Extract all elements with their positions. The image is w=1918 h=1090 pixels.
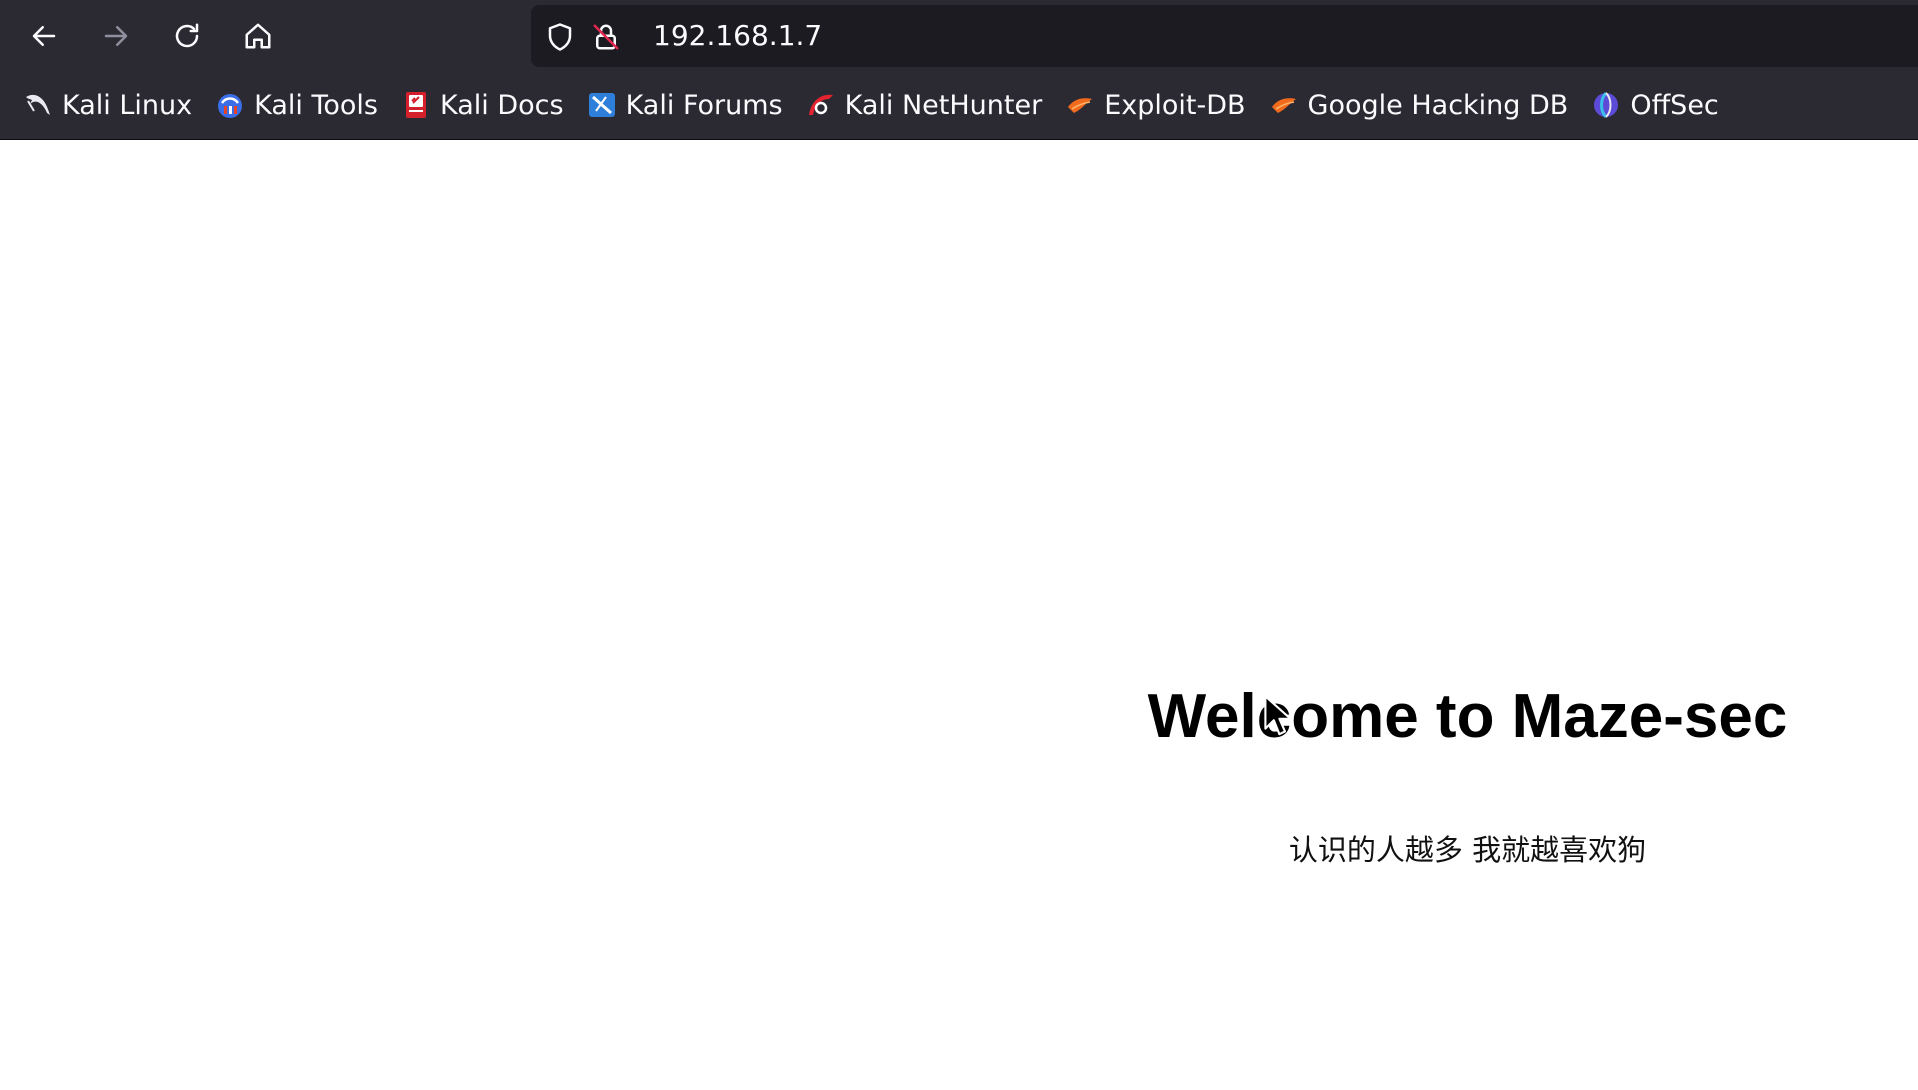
bookmark-label: Kali NetHunter [844,89,1043,121]
page-subtitle: 认识的人越多 我就越喜欢狗 [1288,833,1647,867]
browser-window: 192.168.1.7 Kali Linux Kali Tools Kali D… [0,0,1918,1090]
offsec-icon [1594,91,1619,119]
kali-forums-icon [588,93,615,117]
url-bar[interactable]: 192.168.1.7 [531,5,1918,67]
page-content: Welcome to Maze-sec 认识的人越多 我就越喜欢狗 [0,140,1918,1090]
bookmark-label: Kali Tools [254,89,378,121]
exploit-db-icon [1068,98,1093,113]
kali-tools-icon [218,94,243,118]
url-text[interactable]: 192.168.1.7 [653,21,822,51]
reload-button[interactable] [165,14,209,58]
shield-icon[interactable] [545,22,575,52]
back-button[interactable] [22,14,66,58]
bookmark-offsec[interactable]: OffSec [1586,82,1726,128]
forward-button[interactable] [94,14,138,58]
home-button[interactable] [236,14,280,58]
bookmark-kali-nethunter[interactable]: Kali NetHunter [801,82,1051,128]
google-hacking-db-icon [1271,98,1296,113]
bookmark-label: Kali Docs [439,89,564,121]
bookmark-label: Google Hacking DB [1307,89,1569,121]
kali-docs-icon [405,92,426,118]
bookmark-label: Exploit-DB [1104,89,1246,121]
bookmark-google-hacking-db[interactable]: Google Hacking DB [1264,82,1577,128]
bookmark-exploit-db[interactable]: Exploit-DB [1060,82,1253,128]
mouse-cursor-icon [1264,695,1292,736]
arrow-right-icon [104,26,128,46]
reload-icon [175,23,199,48]
bookmark-label: Kali Forums [625,89,783,121]
bookmark-kali-tools[interactable]: Kali Tools [210,82,386,128]
bookmark-label: OffSec [1630,89,1719,121]
insecure-lock-icon[interactable] [591,22,621,52]
home-icon [245,23,271,49]
bookmark-kali-forums[interactable]: Kali Forums [582,82,791,128]
page-title: Welcome to Maze-sec [1147,682,1788,751]
bookmark-label: Kali Linux [62,89,193,121]
bookmark-kali-docs[interactable]: Kali Docs [396,82,572,128]
arrow-left-icon [32,26,56,46]
bookmarks-toolbar: Kali Linux Kali Tools Kali Docs Kali For… [0,71,1918,140]
kali-dragon-icon [26,94,50,115]
kali-nethunter-icon [808,94,833,115]
bookmark-kali-linux[interactable]: Kali Linux [18,82,200,128]
navigation-toolbar: 192.168.1.7 [0,0,1918,71]
